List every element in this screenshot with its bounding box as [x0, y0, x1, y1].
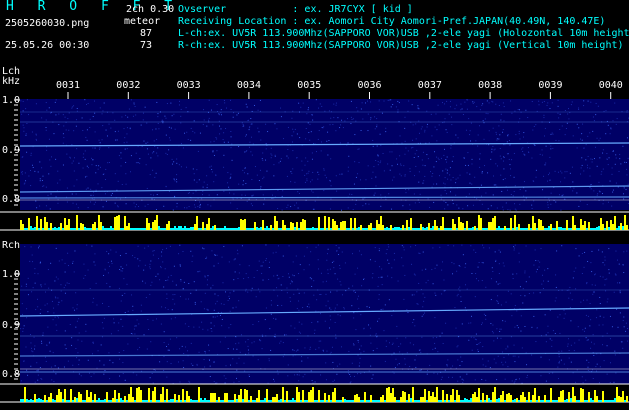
spectrogram-canvas	[0, 92, 629, 403]
rch-spectrum	[20, 244, 629, 384]
channel-separator	[0, 231, 629, 241]
lch-spectrum	[20, 99, 629, 210]
